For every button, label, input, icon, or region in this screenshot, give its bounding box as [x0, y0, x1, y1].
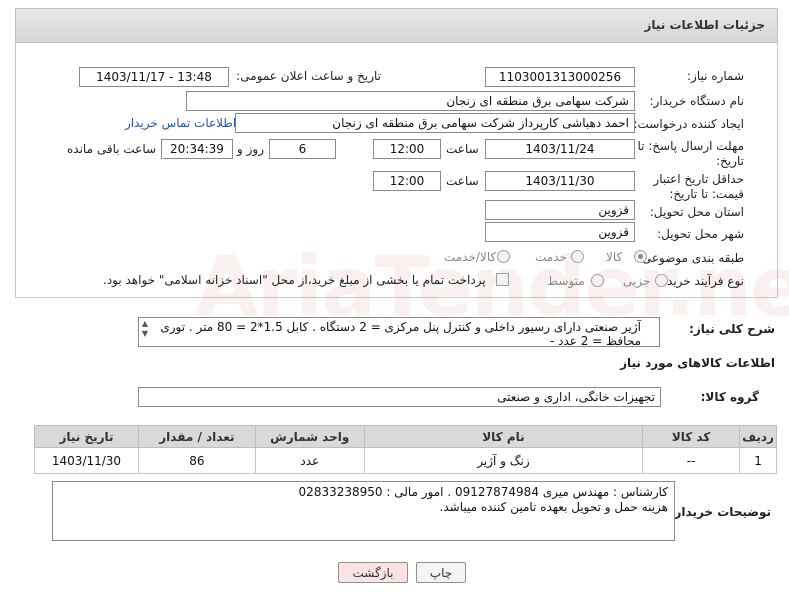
- col-name-header: نام کالا: [363, 425, 644, 448]
- remaining-time-field: 20:34:39: [161, 139, 233, 159]
- cell-qty: 86: [137, 447, 256, 474]
- cell-unit: عدد: [254, 447, 365, 474]
- process-option-minor: جزیی: [623, 274, 651, 288]
- need-number-field: 1103001313000256: [485, 67, 635, 87]
- process-label: نوع فرآیند خرید :: [659, 274, 744, 288]
- deadline-date-field: 1403/11/24: [485, 139, 635, 159]
- validity-label: حداقل تاریخ اعتبار قیمت: تا تاریخ:: [653, 172, 744, 201]
- process-radio-minor[interactable]: [655, 274, 668, 287]
- col-unit-header: واحد شمارش: [254, 425, 365, 448]
- remaining-label: ساعت باقی مانده: [67, 142, 157, 156]
- city-field: قزوین: [485, 222, 635, 242]
- announce-datetime-field: 1403/11/17 - 13:48: [79, 67, 229, 87]
- province-field: قزوین: [485, 200, 635, 220]
- category-radio-goods[interactable]: [634, 250, 647, 263]
- remaining-days-field: 6: [269, 139, 336, 159]
- requester-label: ایجاد کننده درخواست:: [633, 117, 744, 131]
- cell-code: --: [642, 447, 741, 474]
- goods-table: ردیف کد کالا نام کالا واحد شمارش تعداد /…: [34, 425, 777, 474]
- city-label: شهر محل تحویل:: [657, 227, 744, 241]
- days-label: روز و: [237, 142, 264, 156]
- deadline-time-field: 12:00: [373, 139, 441, 159]
- page-title: جزئیات اطلاعات نیاز: [644, 18, 765, 32]
- category-option-goods: کالا: [606, 250, 623, 264]
- requester-field: احمد دهباشی کارپرداز شرکت سهامی برق منطق…: [235, 113, 635, 133]
- validity-time-label: ساعت: [446, 174, 479, 188]
- buyer-notes-line1: کارشناس : مهندس میری 09127874984 . امور …: [298, 485, 668, 499]
- table-header-row: ردیف کد کالا نام کالا واحد شمارش تعداد /…: [34, 425, 777, 448]
- description-label: شرح کلی نیاز:: [689, 322, 775, 336]
- buyer-org-field: شرکت سهامی برق منطقه ای زنجان: [186, 91, 635, 111]
- treasury-payment-checkbox[interactable]: [496, 273, 509, 286]
- print-button[interactable]: چاپ: [416, 562, 466, 583]
- goods-section-title: اطلاعات کالاهای مورد نیاز: [620, 356, 775, 370]
- buyer-notes-line2: هزینه حمل و تحویل بعهده تامین کننده میبا…: [439, 500, 668, 514]
- deadline-label: مهلت ارسال پاسخ: تا تاریخ:: [637, 139, 744, 168]
- description-scroll-arrows-icon[interactable]: ▲ ▼: [140, 319, 150, 345]
- cell-name: زنگ و آژیر: [363, 447, 644, 474]
- col-code-header: کد کالا: [642, 425, 741, 448]
- panel-header: جزئیات اطلاعات نیاز: [15, 8, 778, 43]
- back-button[interactable]: بازگشت: [338, 562, 408, 583]
- deadline-time-label: ساعت: [446, 142, 479, 156]
- category-radio-service[interactable]: [571, 250, 584, 263]
- process-option-medium: متوسط: [547, 274, 585, 288]
- goods-group-label: گروه کالا:: [700, 390, 759, 404]
- category-option-service: خدمت: [535, 250, 567, 264]
- category-label: طبقه بندی موضوعی:: [637, 251, 744, 265]
- col-row-header: ردیف: [739, 425, 777, 448]
- buyer-notes-field: کارشناس : مهندس میری 09127874984 . امور …: [52, 481, 675, 541]
- col-date-header: تاریخ نیاز: [34, 425, 139, 448]
- buyer-notes-label: توضیحات خریدار:: [669, 505, 771, 519]
- category-option-goods-service: کالا/خدمت: [444, 250, 497, 264]
- province-label: استان محل تحویل:: [649, 205, 744, 219]
- description-field: آژیر صنعتی دارای رسیور داخلی و کنترل پنل…: [138, 317, 660, 348]
- category-radio-goods-service[interactable]: [497, 250, 510, 263]
- validity-date-field: 1403/11/30: [485, 171, 635, 191]
- announce-label: تاریخ و ساعت اعلان عمومی:: [236, 69, 381, 83]
- goods-group-field: تجهیزات خانگی، اداری و صنعتی: [138, 387, 661, 407]
- validity-time-field: 12:00: [373, 171, 441, 191]
- process-radio-medium[interactable]: [591, 274, 604, 287]
- table-row: 1 -- زنگ و آژیر عدد 86 1403/11/30: [34, 447, 777, 474]
- treasury-payment-note: پرداخت تمام یا بخشی از مبلغ خرید،از محل …: [103, 273, 486, 287]
- buyer-org-label: نام دستگاه خریدار:: [649, 94, 745, 108]
- need-number-label: شماره نیاز:: [687, 69, 744, 83]
- cell-row: 1: [739, 447, 777, 474]
- cell-date: 1403/11/30: [34, 447, 139, 474]
- buyer-contact-link[interactable]: اطلاعات تماس خریدار: [125, 116, 236, 130]
- col-qty-header: تعداد / مقدار: [137, 425, 256, 448]
